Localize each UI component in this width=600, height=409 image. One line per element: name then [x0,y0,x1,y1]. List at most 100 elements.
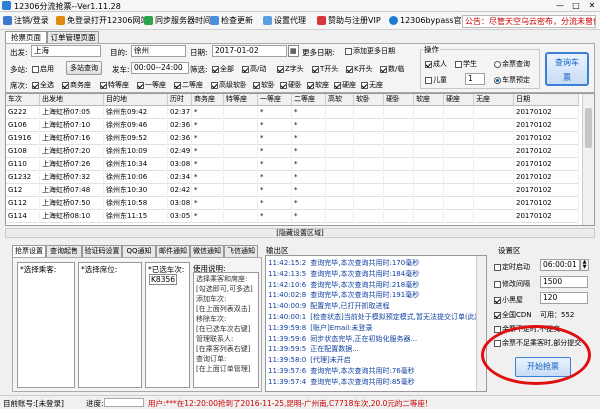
passenger-child[interactable]: 儿童 [425,75,447,85]
menu-sync-time[interactable]: 同步服务器时间 [144,15,211,26]
table-row[interactable]: G108 上海虹桥07:20 徐州东10:09 02:49 * * * 20170102 [6,146,579,158]
menu-proxy[interactable]: 设置代理 [263,15,306,26]
seat-5[interactable]: 高级软卧 [211,80,247,90]
filter-all[interactable]: 全部 [212,64,234,74]
col-header[interactable]: 目的地 [104,94,168,106]
scroll-thumb[interactable] [585,108,592,148]
tab-mail[interactable]: 邮件通知 [156,245,190,257]
selected-train-item[interactable]: K8356 [149,274,178,285]
col-header[interactable]: 硬卧 [384,94,414,106]
table-row[interactable]: G114 上海虹桥08:10 徐州东11:15 03:05 * * * 20170102 [6,211,579,223]
table-row[interactable]: G110 上海虹桥07:26 徐州东10:34 03:08 * * * 20170102 [6,159,579,171]
seat-9-box[interactable] [334,81,341,89]
passenger-adult[interactable]: 成人 [425,59,447,69]
tab-fetion[interactable]: 飞信通知 [224,245,258,257]
filter-z[interactable]: Z字头 [277,64,304,74]
table-row[interactable]: G222 上海虹桥07:05 徐州东09:42 02:37 * * * 20170102 [6,107,579,119]
selected-train-list[interactable]: *已选车次: K8356 [145,262,190,388]
seat-2[interactable]: 特等座 [100,80,129,90]
col-header[interactable]: 硬座 [444,94,474,106]
col-header[interactable]: 历时 [168,94,192,106]
table-row[interactable]: G106 上海虹桥07:10 徐州东09:46 02:36 * * * 20170102 [6,120,579,132]
seat-1[interactable]: 商务座 [62,80,91,90]
cdn-box[interactable] [494,311,501,319]
ticket-remaining[interactable]: 余票查询 [494,59,530,69]
log-scrollbar[interactable] [476,256,486,391]
seat-5-box[interactable] [211,81,218,89]
modify-interval-checkbox[interactable]: 修改间隔 [494,279,530,289]
menu-sponsor[interactable]: 赞助与注册VIP [317,15,381,26]
depart-time-select[interactable]: 00:00--24:00 [131,62,189,74]
tab-qq[interactable]: QQ通知 [122,245,156,257]
tab-sale-query[interactable]: 查询起售 [46,245,82,257]
filter-k[interactable]: K开头 [346,64,373,74]
seat-1-box[interactable] [62,81,69,89]
multi-query-button[interactable]: 多站查询 [66,61,102,75]
to-input[interactable]: 徐州 [131,45,186,57]
filter-t-box[interactable] [312,65,319,73]
enable-multi-box[interactable] [32,65,39,73]
seat-8[interactable]: 软座 [307,80,329,90]
seat-8-box[interactable] [307,81,314,89]
seat-2-box[interactable] [100,81,107,89]
col-header[interactable]: 日期 [514,94,579,106]
seat-6[interactable]: 软卧 [253,80,275,90]
table-row[interactable]: G1232 上海虹桥07:32 徐州东10:06 02:34 * * * 20170102 [6,172,579,184]
col-header[interactable]: 车次 [6,94,40,106]
seat-10-box[interactable] [361,81,368,89]
tab-grab-settings[interactable]: 抢票设置 [12,245,46,257]
timed-start-checkbox[interactable]: 定时启动 [494,262,530,272]
col-header[interactable]: 软卧 [354,94,384,106]
filter-z-box[interactable] [277,65,284,73]
seat-9[interactable]: 硬座 [334,80,356,90]
enable-multi-checkbox[interactable]: 启用 [32,64,54,74]
tab-captcha[interactable]: 验证码设置 [82,245,122,257]
query-tickets-button[interactable]: 查询车票 [545,52,589,86]
seat-0-box[interactable] [32,81,39,89]
interval-input[interactable]: 1500 [540,276,588,288]
seat-7-box[interactable] [280,81,287,89]
filter-t[interactable]: T开头 [312,64,338,74]
tab-orders[interactable]: 订单管理页面 [47,31,99,43]
seat-3[interactable]: 一等座 [137,80,166,90]
tab-booking[interactable]: 抢票页面 [5,31,47,43]
col-header[interactable]: 出发地 [40,94,104,106]
seat-4[interactable]: 二等座 [174,80,203,90]
seat-7[interactable]: 硬卧 [280,80,302,90]
ticket-reserve[interactable]: 车票预定 [494,75,530,85]
seat-4-box[interactable] [174,81,181,89]
menu-login[interactable]: 注销/登录 [3,15,49,26]
add-more-dates-box[interactable] [345,47,352,55]
col-header[interactable]: 一等座 [258,94,292,106]
table-scrollbar[interactable] [582,94,594,225]
seat-3-box[interactable] [137,81,144,89]
cdn-checkbox[interactable]: 全国CDN [494,310,532,320]
menu-website[interactable]: 12306bypass官网 [389,15,470,26]
filter-other-box[interactable] [380,65,387,73]
blacklist-box[interactable] [494,296,501,304]
add-more-dates-checkbox[interactable]: 添加更多日期 [345,46,395,56]
table-row[interactable]: G112 上海虹桥07:50 徐州东10:58 03:08 * * * 20170102 [6,198,579,210]
col-header[interactable]: 二等座 [292,94,326,106]
seat-list[interactable]: *选择席位: [78,262,142,388]
seat-0[interactable]: 全选 [32,80,54,90]
calendar-icon[interactable]: ▦ [288,45,299,57]
table-row[interactable]: G1916 上海虹桥07:16 徐州东09:52 02:36 * * * 20170102 [6,133,579,145]
blacklist-checkbox[interactable]: 小黑屋 [494,295,523,305]
passenger-student-box[interactable] [455,60,462,68]
blacklist-input[interactable]: 120 [540,292,588,304]
col-header[interactable]: 高软 [326,94,354,106]
filter-gd-box[interactable] [242,65,249,73]
col-header[interactable]: 无座 [474,94,514,106]
filter-other[interactable]: 数/临 [380,64,404,74]
table-row[interactable]: G12 上海虹桥07:48 徐州东10:30 02:42 * * * 20170102 [6,185,579,197]
minimize-button[interactable]: — [552,0,568,11]
ticket-reserve-radio[interactable] [494,76,501,84]
passenger-adult-box[interactable] [425,60,432,68]
timed-start-input[interactable]: 06:00:01 [540,259,580,271]
col-header[interactable]: 软座 [414,94,444,106]
col-header[interactable]: 特等座 [224,94,258,106]
timed-start-box[interactable] [494,263,501,271]
qty-input[interactable]: 1 [465,73,485,85]
maximize-button[interactable]: □ [568,0,584,11]
